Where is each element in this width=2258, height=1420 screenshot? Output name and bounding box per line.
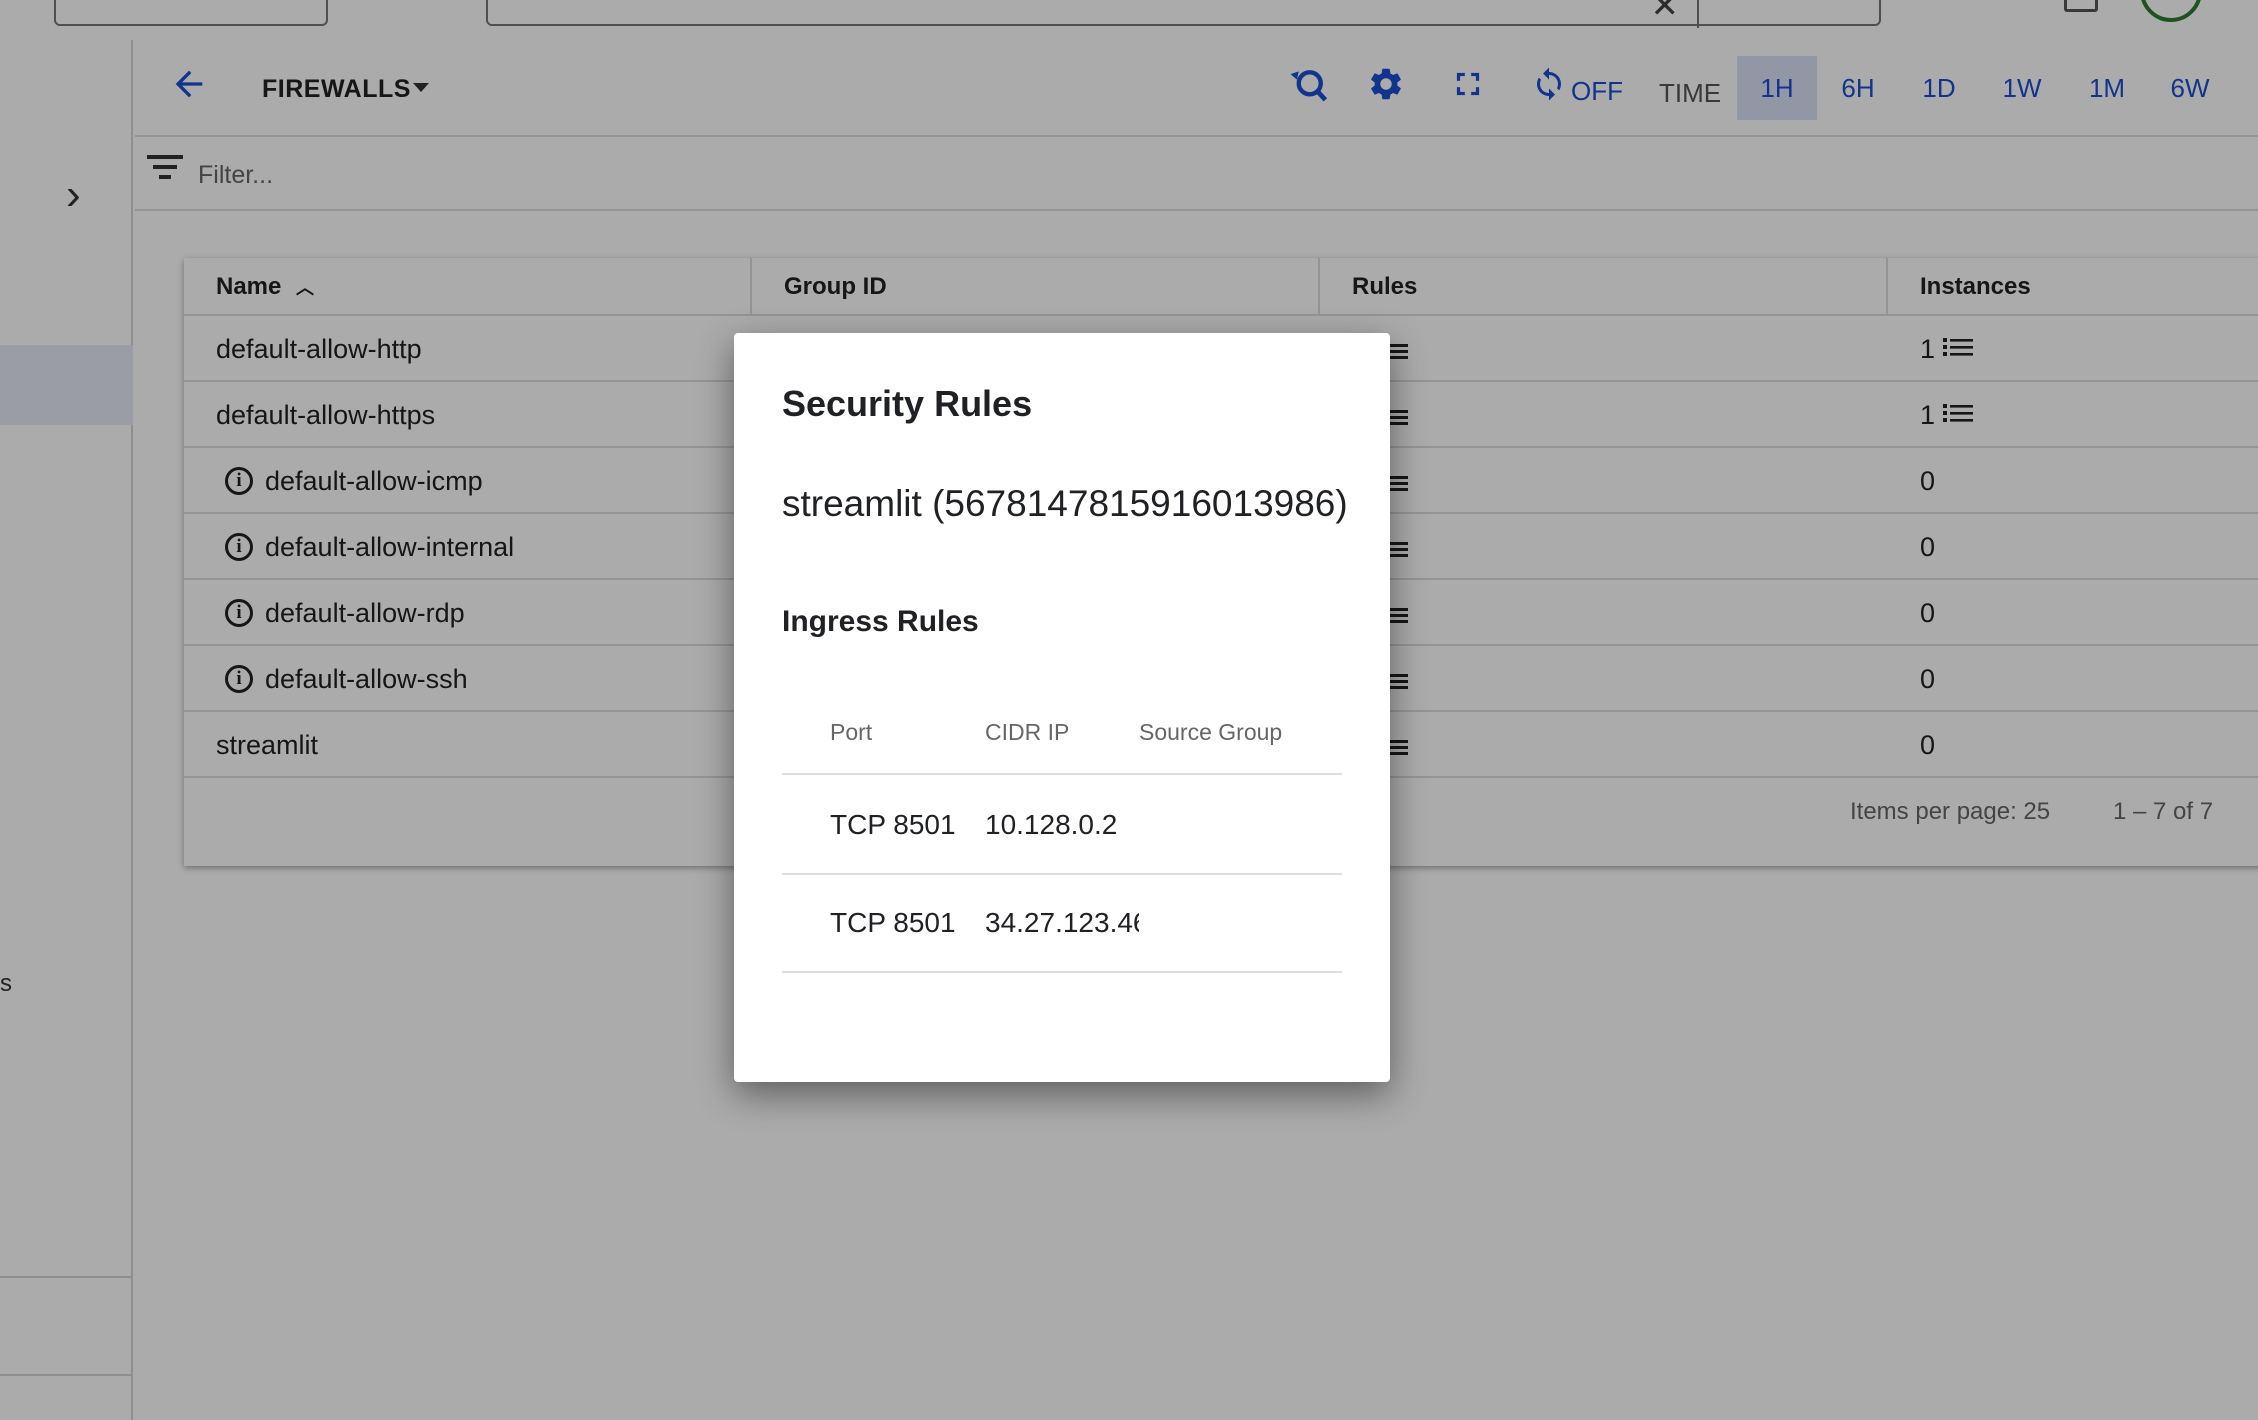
security-rules-dialog: Security Rules streamlit (56781478159160… [734, 333, 1390, 1082]
ingress-cidr: 34.27.123.46 [985, 907, 1139, 938]
ingress-table-header: Port CIDR IP Source Group [782, 693, 1342, 775]
ingress-cidr: 10.128.0.2 [985, 809, 1118, 840]
dialog-subtitle: streamlit (5678147815916013986) [782, 483, 1348, 524]
ingress-rules-heading: Ingress Rules [782, 605, 979, 638]
ingress-row: TCP 8501 34.27.123.46 [782, 875, 1342, 973]
column-header-port: Port [830, 719, 873, 745]
column-header-cidr-ip: CIDR IP [985, 719, 1070, 745]
ingress-port: TCP 8501 [830, 907, 956, 938]
dialog-title: Security Rules [782, 383, 1033, 424]
column-header-source-group: Source Group [1139, 719, 1283, 745]
ingress-port: TCP 8501 [830, 809, 956, 840]
ingress-row: TCP 8501 10.128.0.2 [782, 777, 1342, 875]
